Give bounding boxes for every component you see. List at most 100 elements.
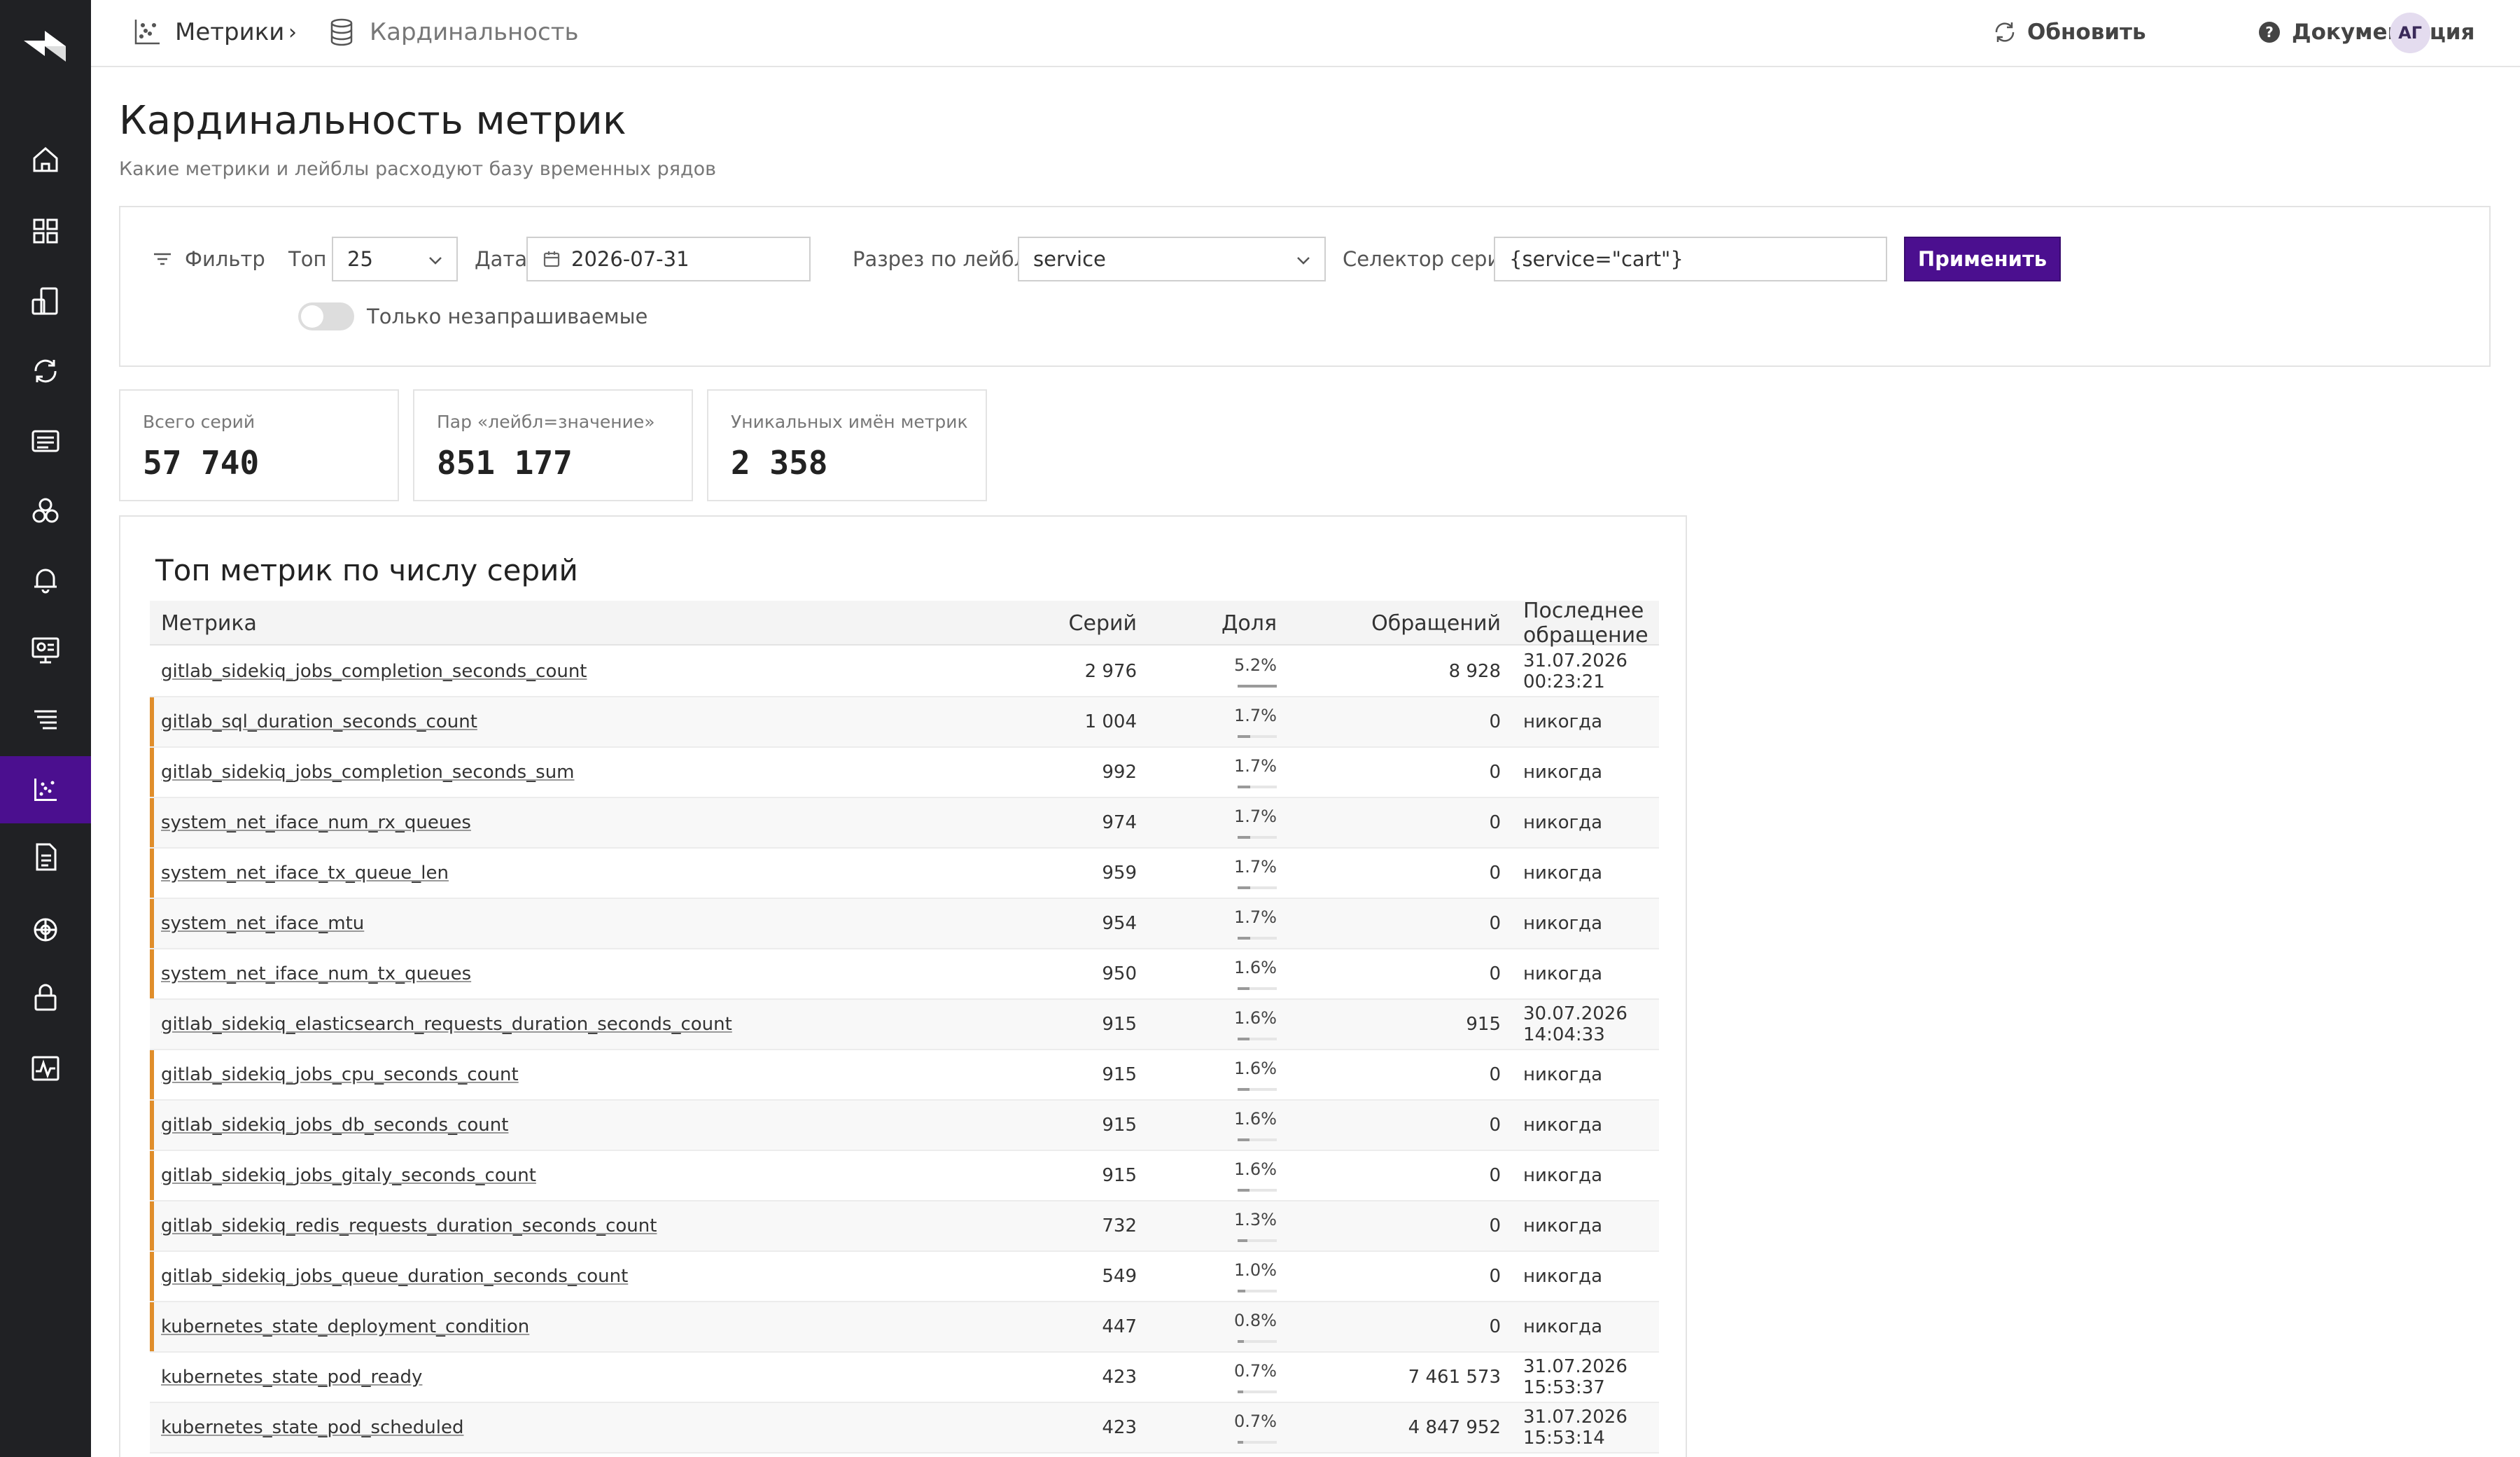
- table-row[interactable]: gitlab_sidekiq_redis_requests_duration_s…: [150, 1201, 1659, 1252]
- dashboards-icon[interactable]: [0, 197, 91, 265]
- series-cell: 549: [1102, 1266, 1137, 1287]
- last-access-cell: никогда: [1523, 863, 1603, 884]
- col-series[interactable]: Серий: [962, 601, 1137, 646]
- table-row[interactable]: system_net_iface_mtu 954 1.7% 0 никогда: [150, 899, 1659, 949]
- apply-button[interactable]: Применить: [1904, 237, 2061, 281]
- metric-link[interactable]: gitlab_sidekiq_jobs_completion_seconds_s…: [161, 762, 575, 783]
- col-requests[interactable]: Обращений: [1298, 601, 1501, 646]
- share-bar-fill: [1238, 1038, 1250, 1040]
- requests-cell: 0: [1489, 1165, 1501, 1186]
- series-cell: 447: [1102, 1316, 1137, 1337]
- metric-name-cell: system_net_iface_mtu: [161, 899, 364, 948]
- monitor-icon[interactable]: [0, 616, 91, 683]
- series-cell: 959: [1102, 863, 1137, 884]
- table-row[interactable]: gitlab_sidekiq_jobs_completion_seconds_c…: [150, 647, 1659, 697]
- series-cell: 915: [1102, 1115, 1137, 1136]
- series-cell: 915: [1102, 1064, 1137, 1085]
- metric-link[interactable]: gitlab_sidekiq_jobs_cpu_seconds_count: [161, 1064, 519, 1085]
- share-bar-fill: [1238, 1340, 1244, 1343]
- metric-link[interactable]: system_net_iface_num_tx_queues: [161, 963, 471, 984]
- last-access-cell: никогда: [1523, 1215, 1603, 1236]
- last-access-cell: никогда: [1523, 1064, 1603, 1085]
- col-last-access[interactable]: Последнее обращение: [1523, 599, 1659, 648]
- home-icon[interactable]: [0, 126, 91, 193]
- table-row[interactable]: system_net_iface_num_tx_queues 950 1.6% 0 ни…: [150, 949, 1659, 1000]
- share-bar-track: [1238, 937, 1277, 940]
- table-row[interactable]: gitlab_sidekiq_jobs_completion_seconds_s…: [150, 748, 1659, 798]
- table-row[interactable]: gitlab_sidekiq_jobs_db_seconds_count 915 1…: [150, 1101, 1659, 1151]
- breadcrumb-metrics[interactable]: Метрики: [132, 0, 284, 64]
- brain-icon[interactable]: [0, 896, 91, 963]
- requests-cell: 0: [1489, 1064, 1501, 1085]
- breadcrumb-cardinality[interactable]: Кардинальность: [326, 0, 579, 64]
- table-row[interactable]: system_net_iface_tx_queue_len 959 1.7% 0 ник…: [150, 849, 1659, 899]
- layers-icon[interactable]: [0, 686, 91, 753]
- share-bar-fill: [1238, 1189, 1250, 1192]
- calendar-icon: [543, 251, 560, 267]
- only-unqueried-toggle[interactable]: [298, 302, 354, 330]
- filter-toggle[interactable]: Фильтр: [151, 237, 265, 281]
- split-select[interactable]: service: [1018, 237, 1326, 281]
- stat-label: Пар «лейбл=значение»: [437, 412, 655, 432]
- services-icon[interactable]: [0, 477, 91, 545]
- metric-link[interactable]: gitlab_sidekiq_jobs_db_seconds_count: [161, 1115, 508, 1136]
- metric-link[interactable]: kubernetes_state_deployment_condition: [161, 1316, 529, 1337]
- last-access-cell: никогда: [1523, 1316, 1603, 1337]
- metric-link[interactable]: gitlab_sql_duration_seconds_count: [161, 711, 477, 732]
- selector-label: Селектор серий: [1343, 247, 1514, 271]
- activity-icon[interactable]: [0, 1035, 91, 1102]
- metric-link[interactable]: system_net_iface_num_rx_queues: [161, 812, 471, 833]
- share-bar-fill: [1238, 987, 1250, 990]
- docs-button[interactable]: ? Документация: [2257, 0, 2474, 64]
- metric-link[interactable]: gitlab_sidekiq_jobs_completion_seconds_c…: [161, 661, 587, 682]
- requests-cell: 0: [1489, 1215, 1501, 1236]
- share-value: 5.2%: [1234, 655, 1277, 675]
- metric-link[interactable]: gitlab_sidekiq_elasticsearch_requests_du…: [161, 1014, 732, 1035]
- avatar[interactable]: АГ: [2390, 13, 2430, 53]
- table-row[interactable]: kubernetes_state_pod_ready 423 0.7% 7 461 5…: [150, 1353, 1659, 1403]
- table-row[interactable]: gitlab_sidekiq_elasticsearch_requests_du…: [150, 1000, 1659, 1050]
- col-share[interactable]: Доля: [1172, 601, 1277, 646]
- metric-link[interactable]: kubernetes_state_pod_scheduled: [161, 1417, 463, 1438]
- last-access-cell: никогда: [1523, 812, 1603, 833]
- bell-icon[interactable]: [0, 546, 91, 613]
- share-bar-track: [1238, 735, 1277, 738]
- help-icon: ?: [2259, 22, 2280, 43]
- metric-name-cell: kubernetes_state_pod_scheduled: [161, 1403, 463, 1452]
- stat-value: 57 740: [143, 444, 260, 482]
- metric-link[interactable]: kubernetes_state_pod_ready: [161, 1367, 422, 1388]
- share-value: 1.6%: [1234, 1059, 1277, 1078]
- requests-cell: 0: [1489, 762, 1501, 783]
- filter-icon: [154, 253, 171, 265]
- devices-icon[interactable]: [0, 267, 91, 335]
- metric-link[interactable]: gitlab_sidekiq_redis_requests_duration_s…: [161, 1215, 657, 1236]
- lock-icon[interactable]: [0, 963, 91, 1031]
- metric-name-cell: gitlab_sidekiq_jobs_completion_seconds_c…: [161, 647, 587, 696]
- series-cell: 915: [1102, 1165, 1137, 1186]
- metric-link[interactable]: system_net_iface_tx_queue_len: [161, 863, 449, 884]
- refresh-button[interactable]: Обновить: [1992, 0, 2146, 64]
- selector-input[interactable]: {service="cart"}: [1494, 237, 1887, 281]
- date-input[interactable]: 2026-07-31: [526, 237, 811, 281]
- col-metric[interactable]: Метрика: [161, 601, 257, 646]
- metric-name-cell: gitlab_sidekiq_redis_requests_duration_s…: [161, 1201, 657, 1250]
- table-row[interactable]: gitlab_sidekiq_jobs_gitaly_seconds_count…: [150, 1151, 1659, 1201]
- table-row[interactable]: gitlab_sidekiq_jobs_cpu_seconds_count 915…: [150, 1050, 1659, 1101]
- refresh-icon: [1995, 22, 2015, 42]
- metric-link[interactable]: gitlab_sidekiq_jobs_gitaly_seconds_count: [161, 1165, 536, 1186]
- metric-link[interactable]: gitlab_sidekiq_jobs_queue_duration_secon…: [161, 1266, 628, 1287]
- sync-icon[interactable]: [0, 337, 91, 405]
- table-row[interactable]: system_net_iface_num_rx_queues 974 1.7% 0 ни…: [150, 798, 1659, 849]
- table-row[interactable]: kubernetes_state_pod_scheduled 423 0.7% 4 8…: [150, 1403, 1659, 1453]
- top-select[interactable]: 25: [332, 237, 458, 281]
- table-row[interactable]: kubernetes_state_deployment_condition 447…: [150, 1302, 1659, 1353]
- document-icon[interactable]: [0, 823, 91, 891]
- share-bar-fill: [1238, 1088, 1250, 1091]
- table-row[interactable]: gitlab_sql_duration_seconds_count 1 004 1.…: [150, 697, 1659, 748]
- metric-link[interactable]: system_net_iface_mtu: [161, 913, 364, 934]
- table-row[interactable]: gitlab_sidekiq_jobs_queue_duration_secon…: [150, 1252, 1659, 1302]
- metrics-icon[interactable]: [0, 756, 91, 823]
- last-access-cell: никогда: [1523, 1266, 1603, 1287]
- list-icon[interactable]: [0, 407, 91, 475]
- logo-icon[interactable]: [21, 22, 69, 70]
